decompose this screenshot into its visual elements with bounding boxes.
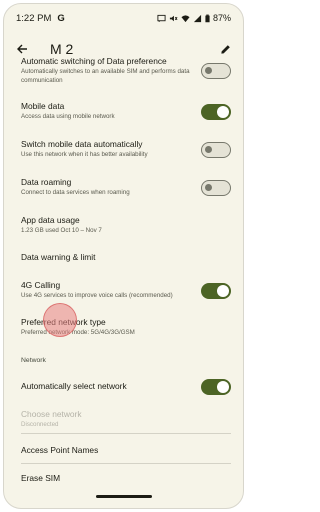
row-data-warning-limit[interactable]: Data warning & limit [21,252,231,263]
row-subtitle: Use this network when it has better avai… [21,151,148,158]
row-app-data-usage[interactable]: App data usage 1.23 GB used Oct 10 – Nov… [21,215,231,235]
pencil-icon[interactable] [220,44,231,55]
data-roaming-toggle[interactable] [201,180,231,196]
row-title: Automatically select network [21,381,127,391]
toggle-knob [205,67,212,74]
divider [21,463,231,464]
battery-percent: 87% [212,13,231,23]
mute-icon [169,15,178,21]
network-section-header: Network [21,357,231,364]
row-data-roaming[interactable]: Data roaming Connect to data services wh… [21,177,231,197]
toggle-knob [217,106,229,118]
auto-switch-data-toggle[interactable] [201,63,231,79]
row-title: Choose network [21,409,82,419]
message-icon [157,14,166,22]
section-title: Network [21,357,46,364]
row-subtitle: Connect to data services when roaming [21,189,130,196]
row-subtitle: Use 4G services to improve voice calls (… [21,292,173,299]
touch-indicator [43,303,77,337]
auto-select-network-toggle[interactable] [201,379,231,395]
row-subtitle: 1.23 GB used Oct 10 – Nov 7 [21,227,102,234]
row-title: Erase SIM [21,473,61,483]
row-subtitle: Access data using mobile network [21,113,115,120]
row-auto-switch-data[interactable]: Automatic switching of Data preference A… [21,56,231,85]
wifi-icon [181,14,190,22]
row-mobile-data[interactable]: Mobile data Access data using mobile net… [21,101,231,121]
row-title: Data warning & limit [21,252,96,262]
status-time: 1:22 PM [16,12,52,24]
page-title: M 2 [50,41,74,57]
toggle-knob [205,184,212,191]
row-4g-calling[interactable]: 4G Calling Use 4G services to improve vo… [21,280,231,300]
gesture-nav-bar[interactable] [95,495,152,498]
row-title: Switch mobile data automatically [21,139,143,149]
row-switch-mobile-data[interactable]: Switch mobile data automatically Use thi… [21,139,231,159]
row-title: App data usage [21,215,80,225]
toggle-knob [217,381,229,393]
status-bar: 1:22 PM G 87% [4,4,243,32]
phone-screen: 1:22 PM G 87% M 2 Automatic switching of… [3,3,244,509]
toggle-knob [217,285,229,297]
row-auto-select-network[interactable]: Automatically select network [21,381,231,392]
row-title: Data roaming [21,177,72,187]
battery-icon [205,14,210,22]
row-title: Automatic switching of Data preference [21,56,167,66]
switch-mobile-data-toggle[interactable] [201,142,231,158]
google-icon: G [57,12,65,24]
row-access-point-names[interactable]: Access Point Names [21,445,231,456]
toggle-knob [205,146,212,153]
divider [21,433,231,434]
row-title: 4G Calling [21,280,61,290]
row-subtitle: Disconnected [21,421,59,428]
row-title: Access Point Names [21,445,99,455]
signal-icon [193,14,202,22]
mobile-data-toggle[interactable] [201,104,231,120]
row-choose-network: Choose network Disconnected [21,409,231,429]
row-erase-sim[interactable]: Erase SIM [21,473,231,484]
row-title: Mobile data [21,101,65,111]
back-arrow-icon[interactable] [16,43,28,55]
row-subtitle: Automatically switches to an available S… [21,68,190,84]
4g-calling-toggle[interactable] [201,283,231,299]
